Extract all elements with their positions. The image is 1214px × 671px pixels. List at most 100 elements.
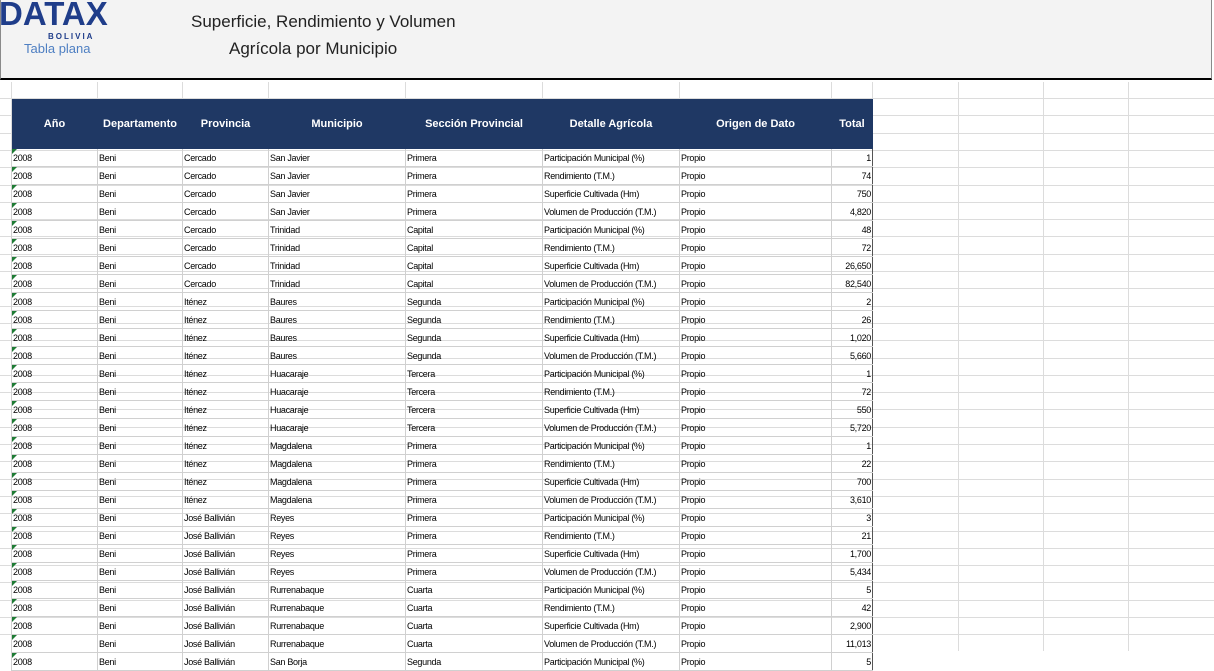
cell-origin[interactable]: Propio xyxy=(679,472,832,491)
cell-year[interactable]: 2008 xyxy=(11,184,98,203)
cell-total[interactable]: 1 xyxy=(831,149,873,167)
cell-province[interactable]: Cercado xyxy=(182,256,269,275)
column-header-municipality[interactable]: Municipio xyxy=(268,99,406,149)
cell-origin[interactable]: Propio xyxy=(679,364,832,383)
cell-detail[interactable]: Rendimiento (T.M.) xyxy=(542,454,680,473)
cell-municipality[interactable]: Rurrenabaque xyxy=(268,634,406,653)
cell-section[interactable]: Segunda xyxy=(405,652,543,671)
cell-detail[interactable]: Volumen de Producción (T.M.) xyxy=(542,202,680,221)
cell-total[interactable]: 72 xyxy=(831,238,873,257)
cell-department[interactable]: Beni xyxy=(97,149,183,167)
cell-origin[interactable]: Propio xyxy=(679,382,832,401)
cell-detail[interactable]: Rendimiento (T.M.) xyxy=(542,382,680,401)
cell-province[interactable]: Iténez xyxy=(182,328,269,347)
cell-province[interactable]: Cercado xyxy=(182,220,269,239)
cell-detail[interactable]: Superficie Cultivada (Hm) xyxy=(542,400,680,419)
cell-municipality[interactable]: Baures xyxy=(268,328,406,347)
cell-municipality[interactable]: Reyes xyxy=(268,562,406,581)
cell-total[interactable]: 26 xyxy=(831,310,873,329)
cell-total[interactable]: 550 xyxy=(831,400,873,419)
cell-origin[interactable]: Propio xyxy=(679,202,832,221)
cell-origin[interactable]: Propio xyxy=(679,580,832,599)
cell-province[interactable]: José Ballivián xyxy=(182,526,269,545)
cell-origin[interactable]: Propio xyxy=(679,598,832,617)
cell-detail[interactable]: Volumen de Producción (T.M.) xyxy=(542,274,680,293)
cell-province[interactable]: Iténez xyxy=(182,346,269,365)
cell-total[interactable]: 5,660 xyxy=(831,346,873,365)
cell-municipality[interactable]: San Javier xyxy=(268,184,406,203)
cell-year[interactable]: 2008 xyxy=(11,382,98,401)
cell-total[interactable]: 11,013 xyxy=(831,634,873,653)
cell-detail[interactable]: Participación Municipal (%) xyxy=(542,292,680,311)
cell-department[interactable]: Beni xyxy=(97,490,183,509)
cell-department[interactable]: Beni xyxy=(97,436,183,455)
cell-department[interactable]: Beni xyxy=(97,292,183,311)
cell-department[interactable]: Beni xyxy=(97,562,183,581)
cell-section[interactable]: Tercera xyxy=(405,418,543,437)
cell-section[interactable]: Segunda xyxy=(405,346,543,365)
cell-municipality[interactable]: Huacaraje xyxy=(268,418,406,437)
cell-year[interactable]: 2008 xyxy=(11,508,98,527)
cell-year[interactable]: 2008 xyxy=(11,436,98,455)
cell-origin[interactable]: Propio xyxy=(679,149,832,167)
cell-year[interactable]: 2008 xyxy=(11,256,98,275)
cell-section[interactable]: Primera xyxy=(405,184,543,203)
cell-municipality[interactable]: Reyes xyxy=(268,526,406,545)
cell-year[interactable]: 2008 xyxy=(11,149,98,167)
cell-province[interactable]: José Ballivián xyxy=(182,580,269,599)
cell-department[interactable]: Beni xyxy=(97,382,183,401)
cell-municipality[interactable]: San Javier xyxy=(268,166,406,185)
cell-origin[interactable]: Propio xyxy=(679,634,832,653)
cell-total[interactable]: 3,610 xyxy=(831,490,873,509)
cell-province[interactable]: Iténez xyxy=(182,382,269,401)
cell-province[interactable]: Cercado xyxy=(182,238,269,257)
column-header-department[interactable]: Departamento xyxy=(97,99,183,149)
cell-total[interactable]: 3 xyxy=(831,508,873,527)
cell-year[interactable]: 2008 xyxy=(11,202,98,221)
cell-department[interactable]: Beni xyxy=(97,256,183,275)
cell-section[interactable]: Primera xyxy=(405,166,543,185)
cell-year[interactable]: 2008 xyxy=(11,544,98,563)
cell-municipality[interactable]: Trinidad xyxy=(268,256,406,275)
cell-municipality[interactable]: Rurrenabaque xyxy=(268,580,406,599)
cell-origin[interactable]: Propio xyxy=(679,256,832,275)
cell-total[interactable]: 1 xyxy=(831,364,873,383)
cell-province[interactable]: Iténez xyxy=(182,292,269,311)
cell-section[interactable]: Cuarta xyxy=(405,616,543,635)
cell-detail[interactable]: Superficie Cultivada (Hm) xyxy=(542,616,680,635)
cell-municipality[interactable]: Magdalena xyxy=(268,472,406,491)
cell-origin[interactable]: Propio xyxy=(679,184,832,203)
cell-origin[interactable]: Propio xyxy=(679,490,832,509)
cell-year[interactable]: 2008 xyxy=(11,220,98,239)
cell-total[interactable]: 4,820 xyxy=(831,202,873,221)
cell-province[interactable]: Cercado xyxy=(182,166,269,185)
cell-municipality[interactable]: Magdalena xyxy=(268,454,406,473)
cell-province[interactable]: José Ballivián xyxy=(182,598,269,617)
cell-province[interactable]: Iténez xyxy=(182,310,269,329)
cell-origin[interactable]: Propio xyxy=(679,400,832,419)
cell-province[interactable]: Iténez xyxy=(182,490,269,509)
cell-province[interactable]: José Ballivián xyxy=(182,508,269,527)
cell-total[interactable]: 48 xyxy=(831,220,873,239)
cell-detail[interactable]: Volumen de Producción (T.M.) xyxy=(542,418,680,437)
cell-year[interactable]: 2008 xyxy=(11,616,98,635)
cell-detail[interactable]: Rendimiento (T.M.) xyxy=(542,310,680,329)
cell-department[interactable]: Beni xyxy=(97,580,183,599)
cell-detail[interactable]: Participación Municipal (%) xyxy=(542,436,680,455)
cell-origin[interactable]: Propio xyxy=(679,562,832,581)
cell-detail[interactable]: Rendimiento (T.M.) xyxy=(542,598,680,617)
cell-department[interactable]: Beni xyxy=(97,544,183,563)
cell-municipality[interactable]: Huacaraje xyxy=(268,382,406,401)
column-header-province[interactable]: Provincia xyxy=(182,99,269,149)
cell-total[interactable]: 22 xyxy=(831,454,873,473)
cell-detail[interactable]: Rendimiento (T.M.) xyxy=(542,526,680,545)
cell-total[interactable]: 21 xyxy=(831,526,873,545)
cell-section[interactable]: Primera xyxy=(405,508,543,527)
cell-section[interactable]: Cuarta xyxy=(405,634,543,653)
cell-origin[interactable]: Propio xyxy=(679,328,832,347)
cell-municipality[interactable]: Reyes xyxy=(268,544,406,563)
cell-department[interactable]: Beni xyxy=(97,364,183,383)
cell-province[interactable]: José Ballivián xyxy=(182,544,269,563)
cell-year[interactable]: 2008 xyxy=(11,490,98,509)
cell-province[interactable]: José Ballivián xyxy=(182,562,269,581)
